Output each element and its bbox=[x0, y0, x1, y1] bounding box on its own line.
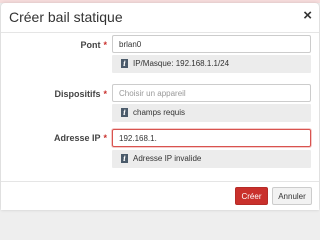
ip-label: Adresse IP * bbox=[54, 133, 107, 143]
bridge-field[interactable] bbox=[112, 35, 311, 53]
required-mark: * bbox=[103, 40, 107, 50]
info-icon: i bbox=[121, 107, 128, 117]
ip-label-text: Adresse IP bbox=[53, 133, 101, 143]
ip-address-field[interactable] bbox=[112, 129, 311, 147]
ip-info-box: i Adresse IP invalide bbox=[112, 150, 311, 168]
required-mark: * bbox=[103, 133, 107, 143]
bridge-label: Pont * bbox=[80, 40, 107, 50]
ip-info-text: Adresse IP invalide bbox=[133, 154, 202, 163]
required-mark: * bbox=[103, 89, 107, 99]
bridge-label-text: Pont bbox=[80, 40, 101, 50]
static-lease-dialog: Créer bail statique × Pont* iIP/Masque: … bbox=[1, 3, 319, 210]
device-label: Dispositifs * bbox=[54, 89, 107, 99]
create-button[interactable]: Créer bbox=[235, 187, 268, 205]
info-icon: i bbox=[121, 153, 128, 163]
dialog-title: Créer bail statique bbox=[9, 9, 123, 25]
bridge-info-text: IP/Masque: 192.168.1.1/24 bbox=[133, 59, 230, 68]
dialog-footer: Créer Annuler bbox=[1, 181, 319, 211]
info-icon: i bbox=[121, 58, 128, 68]
device-info-box: i champs requis bbox=[112, 104, 311, 122]
device-info-text: champs requis bbox=[133, 108, 186, 117]
bridge-info-box: i IP/Masque: 192.168.1.1/24 bbox=[112, 55, 311, 73]
device-field[interactable] bbox=[112, 84, 311, 102]
dialog-header: Créer bail statique × bbox=[1, 3, 319, 33]
close-icon[interactable]: × bbox=[303, 8, 312, 23]
device-label-text: Dispositifs bbox=[54, 89, 101, 99]
cancel-button[interactable]: Annuler bbox=[272, 187, 312, 205]
